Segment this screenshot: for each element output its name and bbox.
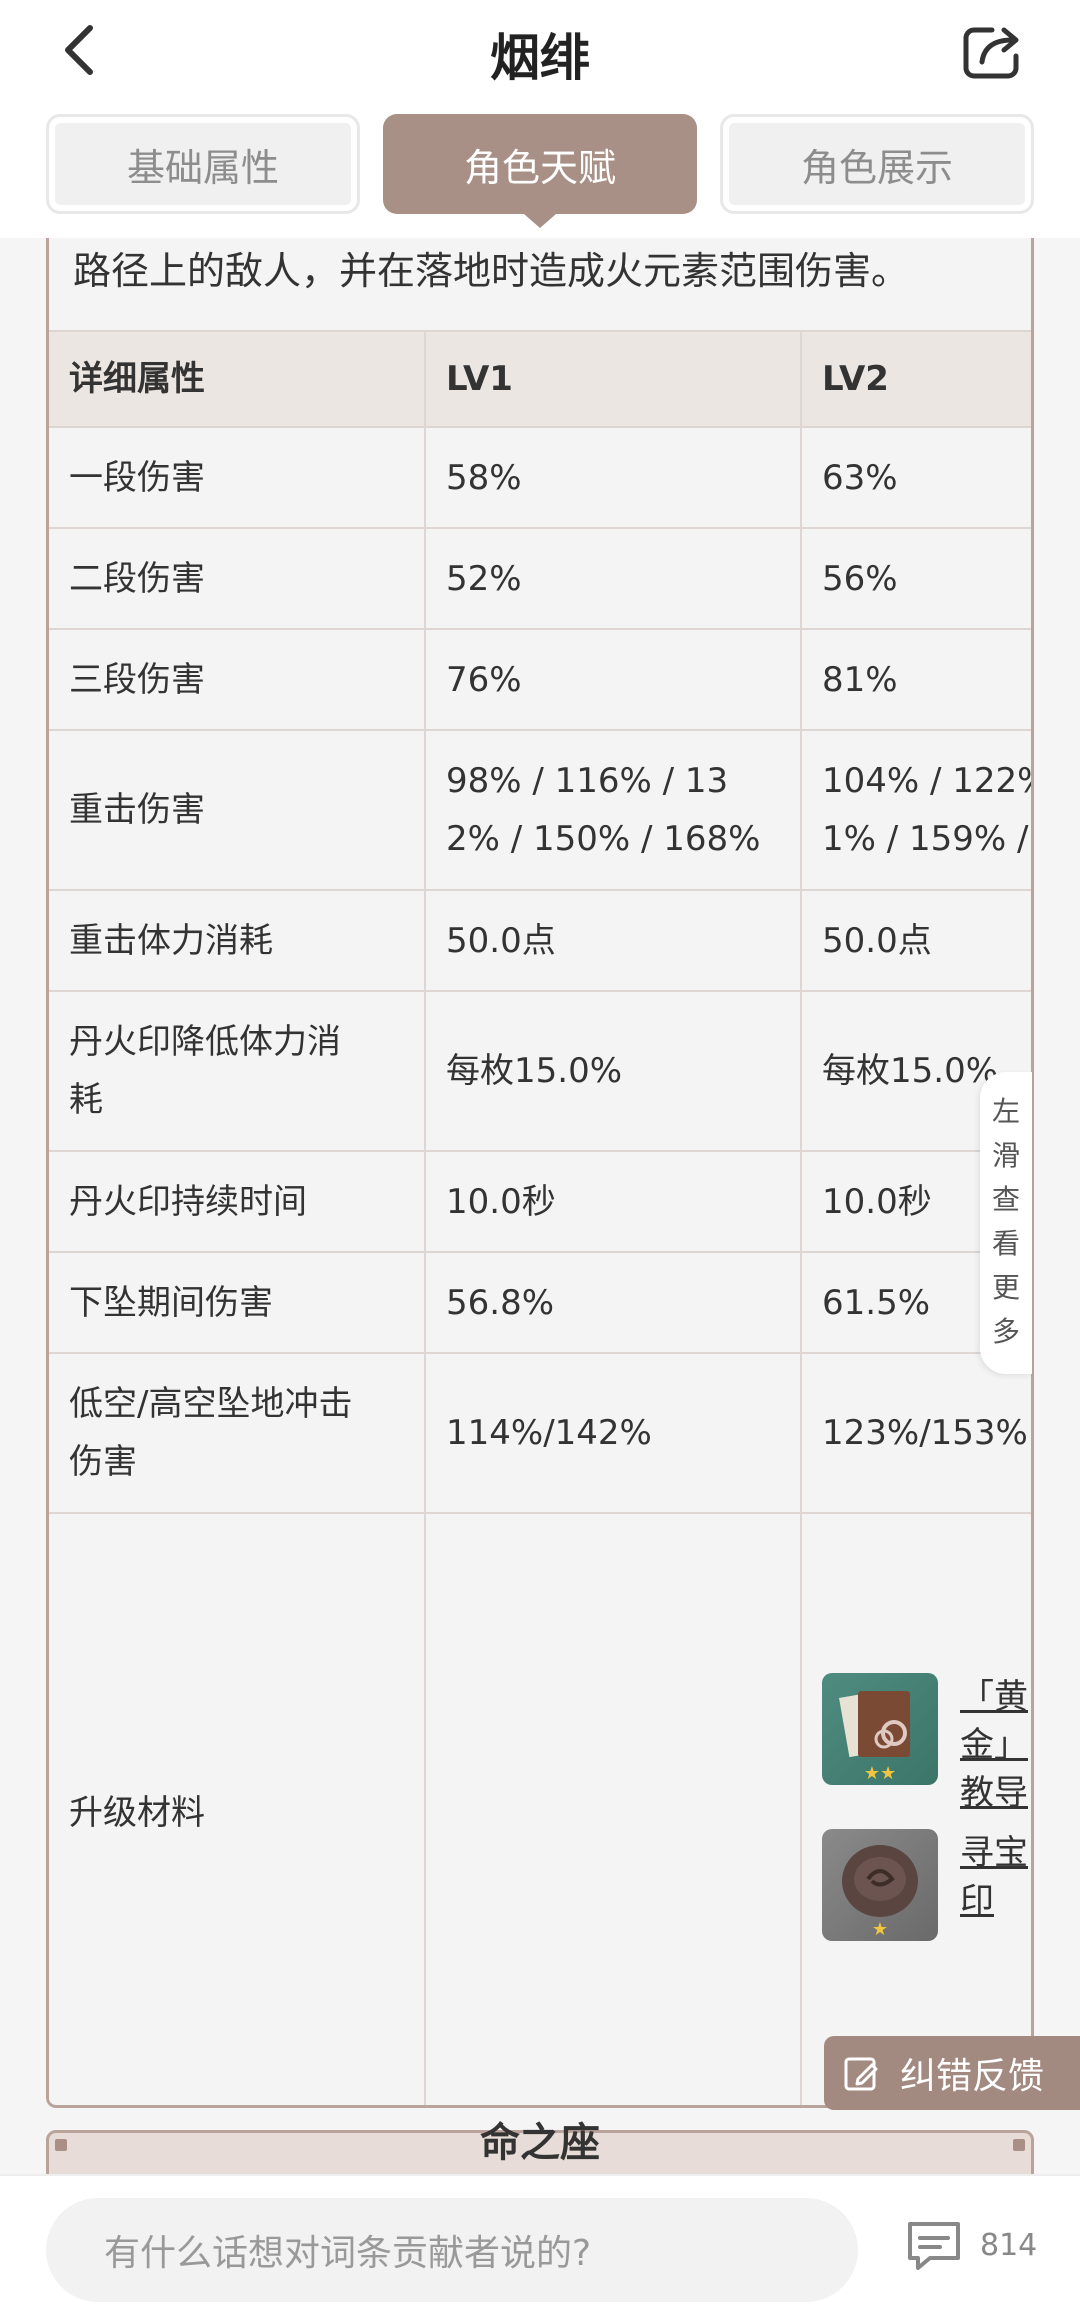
table-row: 重击伤害 98% / 116% / 13 2% / 150% / 168% 104… — [49, 729, 1034, 891]
table-row: 丹火印降低体力消耗 每枚15.0% 每枚15.0% — [49, 990, 1031, 1152]
table-header: LV1 — [424, 330, 802, 428]
cell-lv1: 52% — [424, 527, 802, 630]
row-label: 低空/高空坠地冲击 伤害 — [49, 1352, 426, 1514]
material-name-line: 印 — [960, 1881, 994, 1921]
material-name-line: 寻宝 — [960, 1833, 1028, 1873]
table-header: LV2 — [800, 330, 1031, 428]
comment-count: 814 — [980, 2228, 1038, 2263]
feedback-button[interactable]: 纠错反馈 — [824, 2036, 1080, 2110]
bottom-bar: 有什么话想对词条贡献者说的? 814 — [0, 2174, 1080, 2317]
comment-input[interactable]: 有什么话想对词条贡献者说的? — [46, 2198, 858, 2302]
tab-talents[interactable]: 角色天赋 — [383, 114, 697, 214]
cell-lv2: 123%/153% — [800, 1352, 1031, 1514]
page-title: 烟绯 — [490, 29, 590, 87]
swipe-hint-char: 滑 — [991, 1139, 1020, 1172]
row-label: 一段伤害 — [49, 426, 426, 529]
feedback-label: 纠错反馈 — [900, 2056, 1045, 2097]
cell-line: 104% / 122% — [822, 761, 1034, 801]
material-name-line: 金」 — [960, 1725, 1028, 1765]
swipe-hint-char: 查 — [991, 1183, 1020, 1216]
material-name-line: 「黄 — [960, 1677, 1028, 1717]
table-row: 低空/高空坠地冲击 伤害 114%/142% 123%/153% — [49, 1352, 1031, 1514]
cell-lv2: 56% — [800, 527, 1031, 630]
section-title: 命之座 — [480, 2120, 600, 2166]
table-row: 升级材料 ★★ 「黄 金」 教导 ★ 寻宝 印 — [49, 1512, 1031, 2105]
cell-lv2-materials: ★★ 「黄 金」 教导 ★ 寻宝 印 — [800, 1512, 1031, 2105]
cell-lv1: 10.0秒 — [424, 1150, 802, 1253]
swipe-hint-char: 看 — [991, 1227, 1020, 1260]
material-item[interactable]: ★ 寻宝 印 — [822, 1829, 1031, 1941]
material-name: 寻宝 印 — [960, 1829, 1028, 1925]
cell-lv2: 63% — [800, 426, 1031, 529]
talent-description: 路径上的敌人，并在落地时造成火元素范围伤害。 — [73, 249, 910, 293]
table-row: 下坠期间伤害 56.8% 61.5% — [49, 1251, 1031, 1354]
material-name: 「黄 金」 教导 — [960, 1673, 1028, 1817]
material-name-line: 教导 — [960, 1773, 1028, 1813]
cell-line: 2% / 150% / 168% — [446, 819, 761, 859]
row-label: 重击体力消耗 — [49, 889, 426, 992]
edit-icon — [844, 2057, 878, 2091]
cell-lv2: 81% — [800, 628, 1031, 731]
tab-basic-attributes[interactable]: 基础属性 — [46, 114, 360, 214]
top-bar: 烟绯 — [0, 0, 1080, 100]
material-item[interactable]: ★★ 「黄 金」 教导 — [822, 1673, 1031, 1817]
row-label: 丹火印降低体力消耗 — [49, 990, 426, 1152]
cell-lv1: 58% — [424, 426, 802, 529]
share-icon — [963, 27, 1019, 79]
cell-lv1: 76% — [424, 628, 802, 731]
table-row: 二段伤害 52% 56% — [49, 527, 1031, 630]
row-label: 三段伤害 — [49, 628, 426, 731]
label-line: 伤害 — [69, 1442, 137, 1482]
cell-lv2: 50.0点 — [800, 889, 1031, 992]
row-label: 重击伤害 — [49, 729, 426, 891]
label-line: 耗 — [69, 1080, 103, 1120]
cell-lv1 — [424, 1512, 802, 2105]
rarity-stars: ★ — [871, 1919, 889, 1940]
attribute-table[interactable]: 详细属性 LV1 LV2 一段伤害 58% 63% 二段伤害 52% 56% 三… — [49, 330, 1034, 2105]
cell-lv1: 98% / 116% / 13 2% / 150% / 168% — [424, 729, 802, 891]
table-header: 详细属性 — [49, 330, 426, 428]
swipe-hint: 左 滑 查 看 更 多 — [980, 1072, 1032, 1374]
row-label: 升级材料 — [49, 1512, 426, 2105]
swipe-hint-char: 左 — [991, 1095, 1020, 1128]
cell-lv1: 56.8% — [424, 1251, 802, 1354]
material-book-icon: ★★ — [822, 1673, 938, 1785]
swipe-hint-char: 更 — [991, 1271, 1020, 1304]
tab-bar: 基础属性 角色天赋 角色展示 — [0, 100, 1080, 238]
comment-icon[interactable] — [904, 2216, 964, 2276]
table-row: 重击体力消耗 50.0点 50.0点 — [49, 889, 1031, 992]
cell-lv2: 104% / 122% 1% / 159% / — [800, 729, 1034, 891]
table-row: 丹火印持续时间 10.0秒 10.0秒 — [49, 1150, 1031, 1253]
cell-line: 1% / 159% / — [822, 819, 1029, 859]
table-row: 三段伤害 76% 81% — [49, 628, 1031, 731]
label-line: 丹火印降低体力消 — [69, 1022, 341, 1062]
cell-lv1: 每枚15.0% — [424, 990, 802, 1152]
row-label: 丹火印持续时间 — [49, 1150, 426, 1253]
table-row: 一段伤害 58% 63% — [49, 426, 1031, 529]
table-header-row: 详细属性 LV1 LV2 — [49, 330, 1031, 428]
cell-lv1: 50.0点 — [424, 889, 802, 992]
swipe-hint-char: 多 — [991, 1315, 1020, 1348]
share-button[interactable] — [960, 18, 1026, 84]
rarity-stars: ★★ — [863, 1763, 897, 1784]
row-label: 下坠期间伤害 — [49, 1251, 426, 1354]
row-label: 二段伤害 — [49, 527, 426, 630]
material-seal-icon: ★ — [822, 1829, 938, 1941]
label-line: 低空/高空坠地冲击 — [69, 1384, 353, 1424]
cell-lv1: 114%/142% — [424, 1352, 802, 1514]
cell-line: 98% / 116% / 13 — [446, 761, 729, 801]
tab-character-showcase[interactable]: 角色展示 — [720, 114, 1034, 214]
talent-card: 路径上的敌人，并在落地时造成火元素范围伤害。 详细属性 LV1 LV2 一段伤害… — [46, 238, 1034, 2108]
